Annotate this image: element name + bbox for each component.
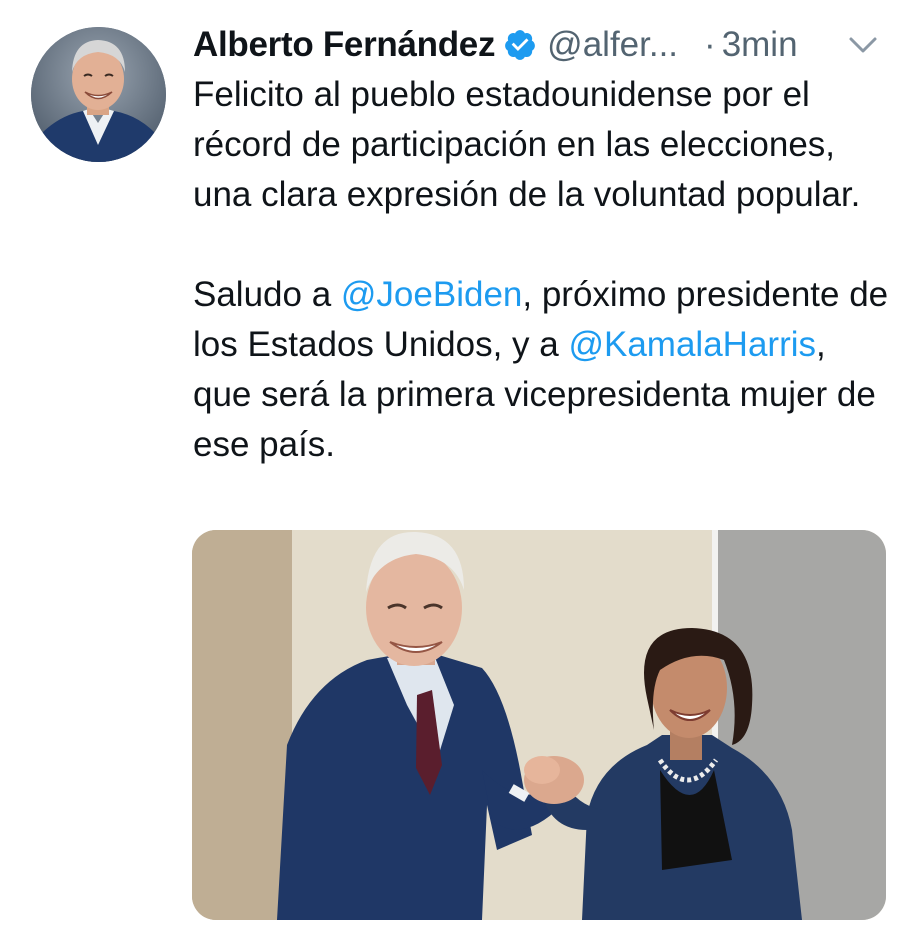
text-segment: Saludo a [193,275,341,314]
tweet-text: Felicito al pueblo estadounidense por el… [193,70,893,470]
separator: · [704,25,716,64]
avatar[interactable] [31,27,166,162]
mention-joebiden-link[interactable]: @JoeBiden [341,275,522,314]
tweet-header: Alberto Fernández @alfer... · 3min [193,22,893,68]
chevron-down-icon[interactable] [846,32,880,58]
mention-kamalaharris-link[interactable]: @KamalaHarris [568,325,816,364]
tweet-photo[interactable] [192,530,886,920]
display-name[interactable]: Alberto Fernández [193,22,495,68]
handle[interactable]: @alfer... [547,22,678,68]
avatar-photo [31,27,166,162]
verified-badge-icon [503,28,537,62]
timestamp[interactable]: 3min [722,22,798,68]
tweet-paragraph-2: Saludo a @JoeBiden, próximo presidente d… [193,270,893,470]
photo-image [192,530,886,920]
tweet-paragraph-1: Felicito al pueblo estadounidense por el… [193,75,861,214]
tweet[interactable]: Alberto Fernández @alfer... · 3min Felic… [0,0,916,950]
